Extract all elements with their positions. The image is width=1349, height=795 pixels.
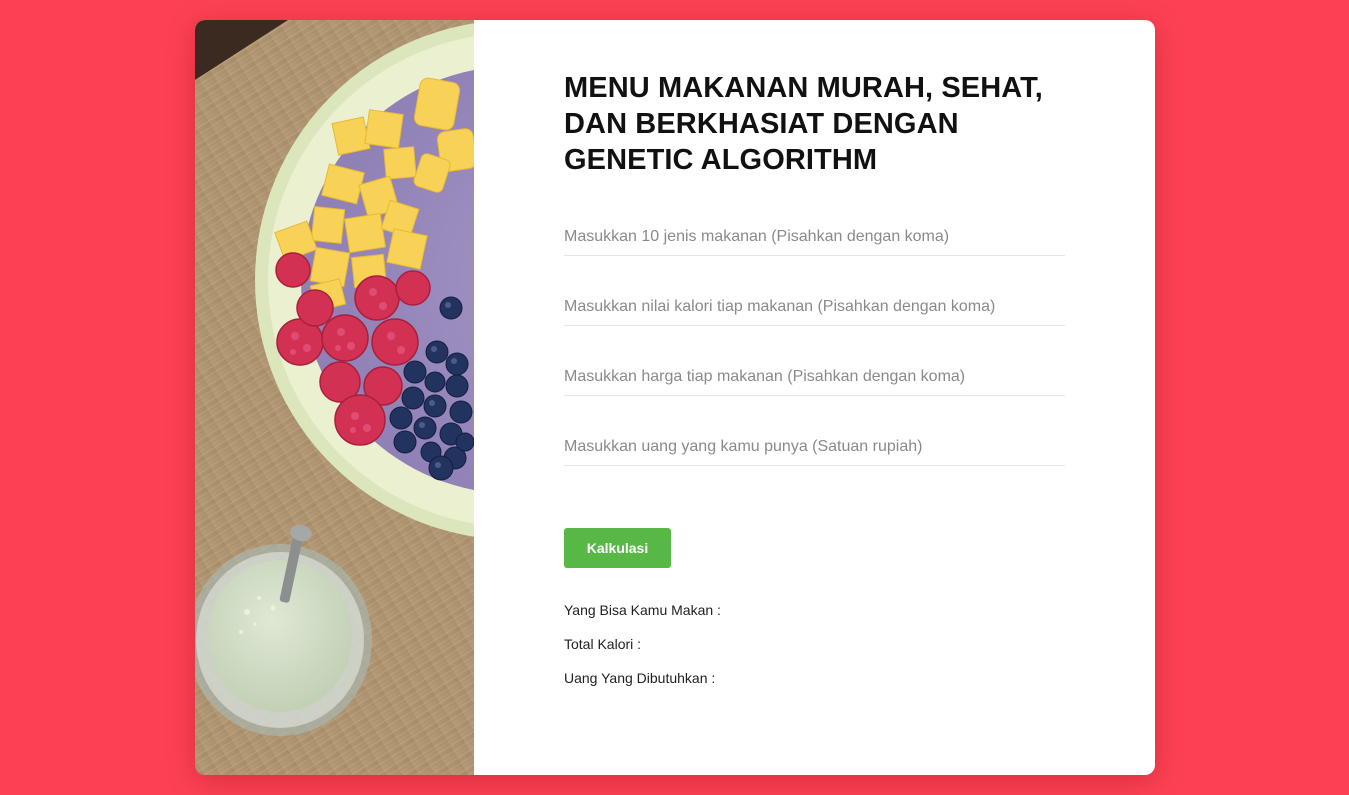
kalori-input[interactable] xyxy=(564,289,1065,325)
result-makanan-label: Yang Bisa Kamu Makan : xyxy=(564,602,721,618)
kalori-field-wrapper xyxy=(564,289,1065,326)
harga-field-wrapper xyxy=(564,359,1065,396)
food-photo xyxy=(195,20,474,775)
page-background: MENU MAKANAN MURAH, SEHAT, DAN BERKHASIA… xyxy=(0,0,1349,795)
uang-input[interactable] xyxy=(564,429,1065,465)
page-title: MENU MAKANAN MURAH, SEHAT, DAN BERKHASIA… xyxy=(564,72,1043,176)
kalkulasi-button[interactable]: Kalkulasi xyxy=(564,528,671,568)
uang-field-wrapper xyxy=(564,429,1065,466)
harga-input[interactable] xyxy=(564,359,1065,395)
makanan-input[interactable] xyxy=(564,219,1065,255)
makanan-field-wrapper xyxy=(564,219,1065,256)
calculator-card: MENU MAKANAN MURAH, SEHAT, DAN BERKHASIA… xyxy=(195,20,1155,775)
result-kalori-label: Total Kalori : xyxy=(564,636,642,652)
result-uang-label: Uang Yang Dibutuhkan : xyxy=(564,670,716,686)
